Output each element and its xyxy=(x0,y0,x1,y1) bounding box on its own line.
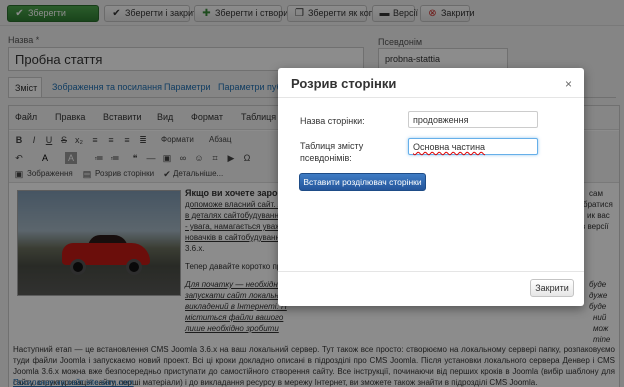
page-name-input[interactable]: продовження xyxy=(408,111,538,128)
modal-close-button[interactable]: Закрити xyxy=(530,279,574,297)
insert-pagebreak-button[interactable]: Вставити розділювач сторінки xyxy=(299,173,426,191)
toc-alias-value: Основна частина xyxy=(413,142,486,152)
pagebreak-modal: Розрив сторінки × Назва сторінки: продов… xyxy=(278,68,584,306)
toc-alias-label: Таблиця змісту псевдонімів: xyxy=(300,141,364,163)
close-icon[interactable]: × xyxy=(565,77,572,91)
modal-header-divider xyxy=(278,97,584,98)
modal-footer-divider xyxy=(278,271,584,272)
toc-alias-input[interactable]: Основна частина xyxy=(408,138,538,155)
page-name-label: Назва сторінки: xyxy=(300,116,365,126)
modal-title: Розрив сторінки xyxy=(291,76,397,91)
